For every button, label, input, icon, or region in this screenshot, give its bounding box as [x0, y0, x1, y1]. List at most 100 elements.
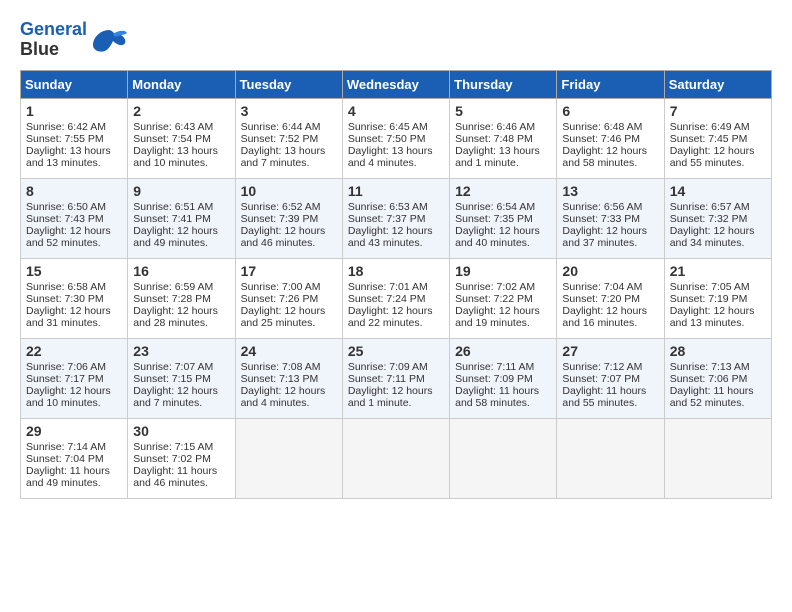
day-info: Sunrise: 7:04 AM [562, 281, 658, 293]
calendar-cell: 27Sunrise: 7:12 AMSunset: 7:07 PMDayligh… [557, 338, 664, 418]
day-number: 8 [26, 183, 122, 199]
day-info: Sunrise: 7:06 AM [26, 361, 122, 373]
day-info: Sunset: 7:32 PM [670, 213, 766, 225]
day-info: and 31 minutes. [26, 317, 122, 329]
day-info: and 58 minutes. [455, 397, 551, 409]
day-info: Daylight: 11 hours [455, 385, 551, 397]
day-info: and 22 minutes. [348, 317, 444, 329]
day-number: 19 [455, 263, 551, 279]
day-info: Daylight: 12 hours [348, 305, 444, 317]
day-number: 14 [670, 183, 766, 199]
day-info: and 46 minutes. [241, 237, 337, 249]
day-info: Sunrise: 6:48 AM [562, 121, 658, 133]
calendar-cell: 28Sunrise: 7:13 AMSunset: 7:06 PMDayligh… [664, 338, 771, 418]
day-info: Sunset: 7:13 PM [241, 373, 337, 385]
day-info: and 49 minutes. [26, 477, 122, 489]
day-info: Sunset: 7:11 PM [348, 373, 444, 385]
day-info: Sunset: 7:43 PM [26, 213, 122, 225]
day-number: 3 [241, 103, 337, 119]
calendar-cell: 8Sunrise: 6:50 AMSunset: 7:43 PMDaylight… [21, 178, 128, 258]
day-info: Daylight: 12 hours [562, 305, 658, 317]
day-info: Sunrise: 7:09 AM [348, 361, 444, 373]
day-number: 20 [562, 263, 658, 279]
day-number: 23 [133, 343, 229, 359]
calendar-cell: 29Sunrise: 7:14 AMSunset: 7:04 PMDayligh… [21, 418, 128, 498]
col-header-monday: Monday [128, 70, 235, 98]
day-info: Sunrise: 6:49 AM [670, 121, 766, 133]
day-number: 21 [670, 263, 766, 279]
day-info: Daylight: 12 hours [670, 145, 766, 157]
day-info: Daylight: 12 hours [562, 225, 658, 237]
logo-text: GeneralBlue [20, 20, 87, 60]
day-info: Sunrise: 7:12 AM [562, 361, 658, 373]
calendar-cell [342, 418, 449, 498]
week-row-4: 22Sunrise: 7:06 AMSunset: 7:17 PMDayligh… [21, 338, 772, 418]
day-info: Sunrise: 6:58 AM [26, 281, 122, 293]
day-number: 10 [241, 183, 337, 199]
day-info: Daylight: 12 hours [26, 305, 122, 317]
day-info: Sunset: 7:07 PM [562, 373, 658, 385]
day-info: Sunrise: 7:05 AM [670, 281, 766, 293]
day-info: Sunset: 7:48 PM [455, 133, 551, 145]
day-info: Sunrise: 7:08 AM [241, 361, 337, 373]
day-info: and 52 minutes. [26, 237, 122, 249]
calendar-cell: 25Sunrise: 7:09 AMSunset: 7:11 PMDayligh… [342, 338, 449, 418]
day-info: and 10 minutes. [26, 397, 122, 409]
day-info: Daylight: 11 hours [133, 465, 229, 477]
calendar-cell: 19Sunrise: 7:02 AMSunset: 7:22 PMDayligh… [450, 258, 557, 338]
calendar-cell: 24Sunrise: 7:08 AMSunset: 7:13 PMDayligh… [235, 338, 342, 418]
day-info: Sunrise: 6:44 AM [241, 121, 337, 133]
day-info: Daylight: 12 hours [241, 385, 337, 397]
day-info: Daylight: 12 hours [133, 305, 229, 317]
day-info: and 1 minute. [348, 397, 444, 409]
calendar-cell: 15Sunrise: 6:58 AMSunset: 7:30 PMDayligh… [21, 258, 128, 338]
day-info: Sunrise: 6:51 AM [133, 201, 229, 213]
day-number: 29 [26, 423, 122, 439]
day-info: and 40 minutes. [455, 237, 551, 249]
week-row-5: 29Sunrise: 7:14 AMSunset: 7:04 PMDayligh… [21, 418, 772, 498]
day-info: Sunrise: 6:43 AM [133, 121, 229, 133]
day-info: and 55 minutes. [562, 397, 658, 409]
calendar-cell: 14Sunrise: 6:57 AMSunset: 7:32 PMDayligh… [664, 178, 771, 258]
day-info: Daylight: 12 hours [26, 385, 122, 397]
day-info: Daylight: 12 hours [455, 225, 551, 237]
day-info: and 4 minutes. [348, 157, 444, 169]
day-info: and 34 minutes. [670, 237, 766, 249]
day-number: 26 [455, 343, 551, 359]
calendar-cell [664, 418, 771, 498]
day-info: Sunrise: 6:46 AM [455, 121, 551, 133]
day-info: Daylight: 11 hours [26, 465, 122, 477]
calendar-cell: 23Sunrise: 7:07 AMSunset: 7:15 PMDayligh… [128, 338, 235, 418]
day-info: and 58 minutes. [562, 157, 658, 169]
day-number: 7 [670, 103, 766, 119]
calendar-table: SundayMondayTuesdayWednesdayThursdayFrid… [20, 70, 772, 499]
week-row-1: 1Sunrise: 6:42 AMSunset: 7:55 PMDaylight… [21, 98, 772, 178]
day-info: Sunset: 7:41 PM [133, 213, 229, 225]
day-number: 27 [562, 343, 658, 359]
day-info: Sunset: 7:35 PM [455, 213, 551, 225]
calendar-cell: 9Sunrise: 6:51 AMSunset: 7:41 PMDaylight… [128, 178, 235, 258]
calendar-cell: 4Sunrise: 6:45 AMSunset: 7:50 PMDaylight… [342, 98, 449, 178]
day-info: Sunrise: 6:59 AM [133, 281, 229, 293]
day-info: Sunset: 7:52 PM [241, 133, 337, 145]
day-info: Sunset: 7:22 PM [455, 293, 551, 305]
day-info: Sunset: 7:50 PM [348, 133, 444, 145]
day-info: and 7 minutes. [133, 397, 229, 409]
col-header-wednesday: Wednesday [342, 70, 449, 98]
day-info: and 37 minutes. [562, 237, 658, 249]
day-number: 4 [348, 103, 444, 119]
day-number: 12 [455, 183, 551, 199]
calendar-cell: 30Sunrise: 7:15 AMSunset: 7:02 PMDayligh… [128, 418, 235, 498]
day-info: and 52 minutes. [670, 397, 766, 409]
calendar-cell: 21Sunrise: 7:05 AMSunset: 7:19 PMDayligh… [664, 258, 771, 338]
day-info: Daylight: 13 hours [348, 145, 444, 157]
day-number: 17 [241, 263, 337, 279]
day-info: and 13 minutes. [26, 157, 122, 169]
day-info: and 49 minutes. [133, 237, 229, 249]
day-info: Sunrise: 7:11 AM [455, 361, 551, 373]
day-info: Daylight: 12 hours [133, 385, 229, 397]
day-info: Sunrise: 7:01 AM [348, 281, 444, 293]
calendar-cell [557, 418, 664, 498]
day-info: and 10 minutes. [133, 157, 229, 169]
day-number: 28 [670, 343, 766, 359]
